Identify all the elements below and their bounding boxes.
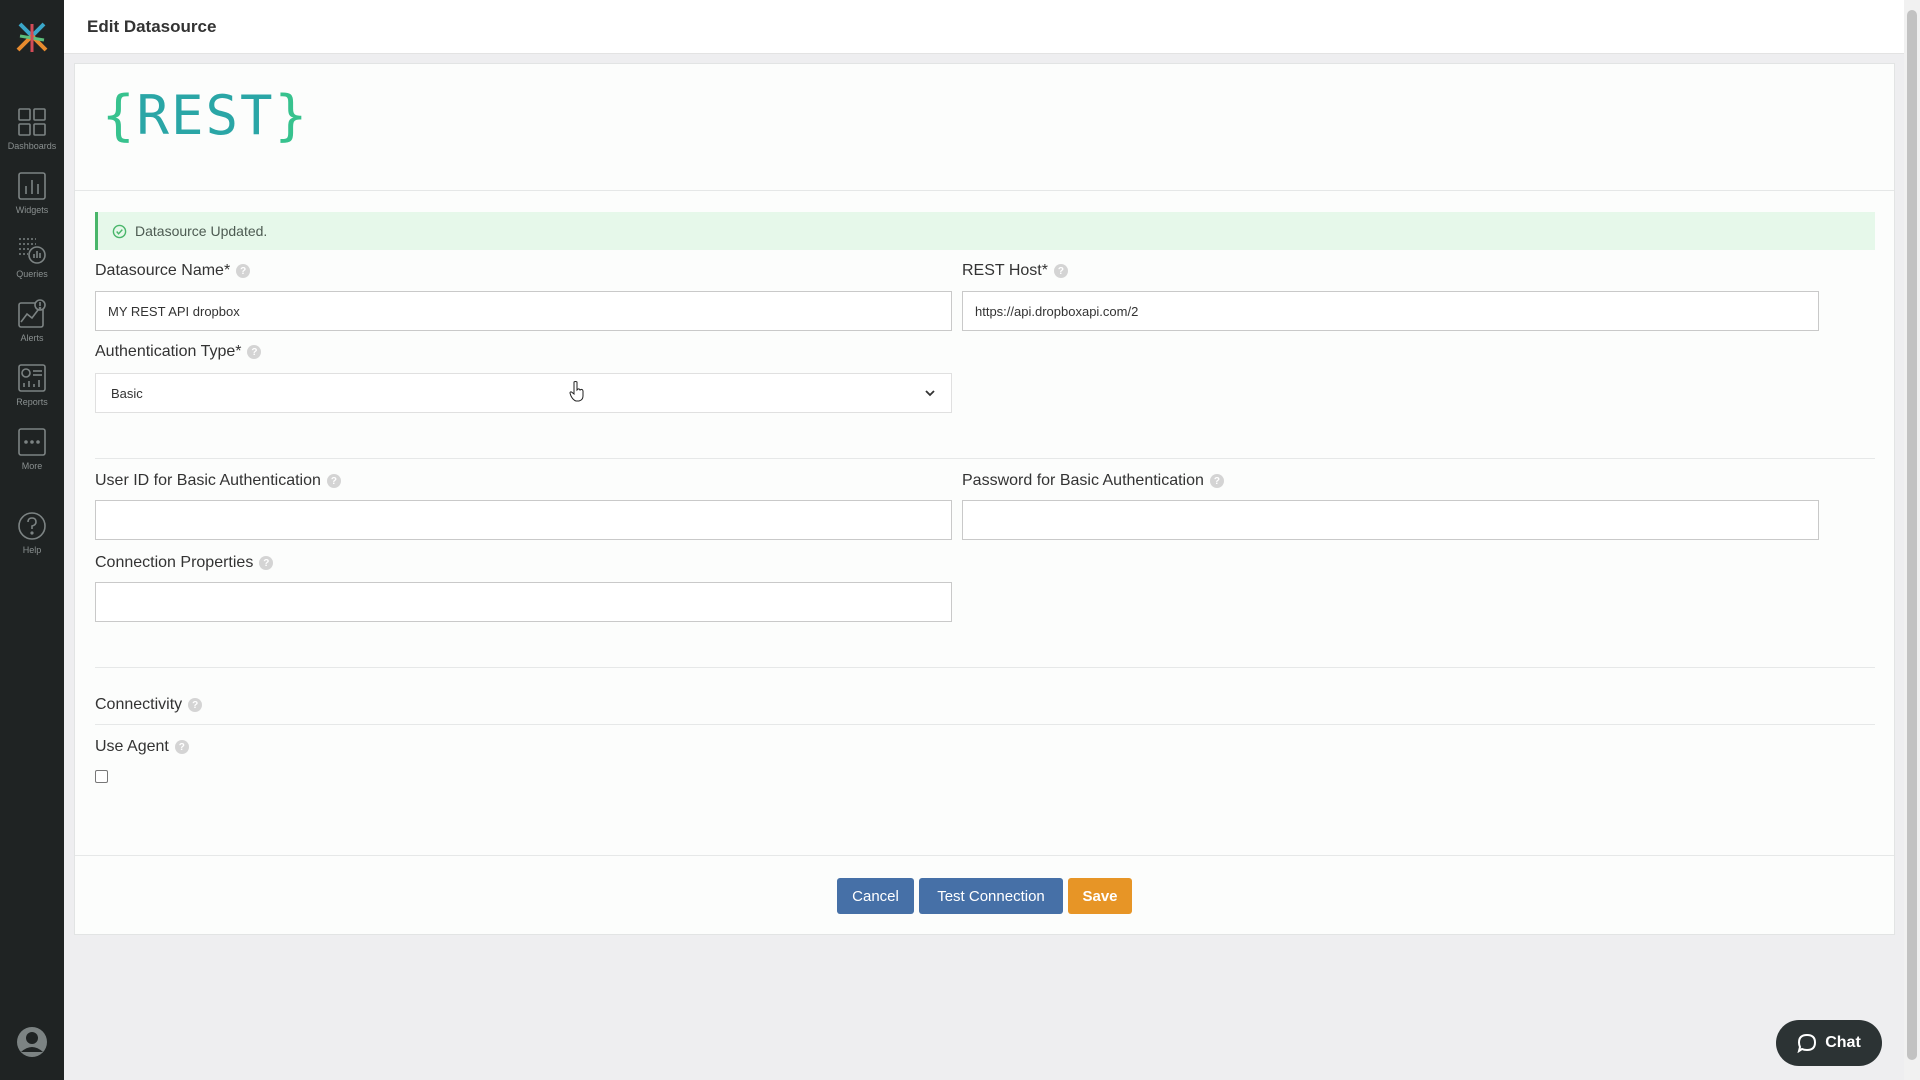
help-icon[interactable]: ? bbox=[174, 740, 189, 754]
user-id-label: User ID for Basic Authentication ? bbox=[95, 472, 341, 490]
user-id-input[interactable] bbox=[95, 500, 952, 540]
more-icon bbox=[18, 427, 46, 456]
rest-logo-text: REST bbox=[136, 84, 275, 147]
help-icon[interactable]: ? bbox=[188, 698, 203, 712]
chat-button[interactable]: Chat bbox=[1776, 1020, 1882, 1066]
section-divider bbox=[95, 458, 1875, 459]
rest-host-input[interactable] bbox=[962, 291, 1819, 331]
chevron-down-icon bbox=[925, 390, 935, 397]
page-scrollbar[interactable] bbox=[1904, 0, 1920, 1080]
authentication-type-select[interactable]: Basic bbox=[95, 373, 952, 413]
sidebar-item-queries[interactable]: Queries bbox=[0, 224, 64, 288]
success-alert: Datasource Updated. bbox=[95, 212, 1875, 250]
help-icon bbox=[18, 511, 46, 540]
dashboards-icon bbox=[18, 107, 46, 136]
connection-properties-label: Connection Properties ? bbox=[95, 554, 274, 572]
chat-button-label: Chat bbox=[1825, 1034, 1861, 1051]
help-icon[interactable]: ? bbox=[1209, 474, 1224, 488]
section-divider bbox=[95, 724, 1875, 725]
sidebar-item-alerts[interactable]: Alerts bbox=[0, 288, 64, 352]
sidebar-item-dashboards[interactable]: Dashboards bbox=[0, 96, 64, 160]
authentication-type-value: Basic bbox=[111, 385, 143, 401]
sidebar-item-label: More bbox=[21, 460, 43, 471]
help-icon[interactable]: ? bbox=[326, 474, 341, 488]
sidebar-item-label: Help bbox=[22, 544, 42, 555]
sidebar-item-label: Reports bbox=[16, 396, 48, 407]
widgets-icon bbox=[18, 171, 46, 200]
datasource-form-card: {REST} Datasource Updated. Datasource Na… bbox=[74, 63, 1895, 935]
footer-divider bbox=[75, 855, 1894, 856]
authentication-type-label: Authentication Type* ? bbox=[95, 343, 262, 361]
test-connection-button[interactable]: Test Connection bbox=[919, 878, 1063, 914]
rest-host-label-text: REST Host* bbox=[962, 262, 1048, 279]
check-circle-icon bbox=[112, 224, 127, 238]
rest-logo-open-brace: { bbox=[102, 84, 137, 147]
help-icon[interactable]: ? bbox=[236, 264, 251, 278]
rest-logo: {REST} bbox=[102, 84, 309, 147]
sidebar-item-label: Dashboards bbox=[7, 140, 57, 151]
sidebar-item-label: Alerts bbox=[20, 332, 44, 343]
datasource-name-input[interactable] bbox=[95, 291, 952, 331]
alerts-icon bbox=[18, 298, 46, 328]
use-agent-label-text: Use Agent bbox=[95, 738, 169, 755]
connection-properties-label-text: Connection Properties bbox=[95, 554, 254, 571]
page-title: Edit Datasource bbox=[87, 17, 217, 36]
help-icon[interactable]: ? bbox=[259, 556, 274, 570]
use-agent-label: Use Agent ? bbox=[95, 738, 189, 756]
section-divider bbox=[95, 667, 1875, 668]
sidebar-item-widgets[interactable]: Widgets bbox=[0, 160, 64, 224]
rest-host-label: REST Host* ? bbox=[962, 262, 1068, 280]
datasource-name-label: Datasource Name* ? bbox=[95, 262, 251, 280]
sidebar-item-reports[interactable]: Reports bbox=[0, 352, 64, 416]
datasource-name-label-text: Datasource Name* bbox=[95, 262, 231, 279]
password-label-text: Password for Basic Authentication bbox=[962, 472, 1204, 489]
user-avatar-icon[interactable] bbox=[16, 1026, 48, 1058]
hand-cursor-icon bbox=[569, 381, 584, 402]
sidebar-item-label: Queries bbox=[16, 268, 48, 279]
help-icon[interactable]: ? bbox=[247, 345, 262, 359]
connection-properties-input[interactable] bbox=[95, 582, 952, 622]
queries-icon bbox=[19, 237, 46, 264]
password-label: Password for Basic Authentication ? bbox=[962, 472, 1224, 490]
reports-icon bbox=[18, 363, 46, 392]
chat-bubble-icon bbox=[1797, 1033, 1817, 1053]
sidebar-item-more[interactable]: More bbox=[0, 416, 64, 480]
password-input[interactable] bbox=[962, 500, 1819, 540]
connectivity-label: Connectivity ? bbox=[95, 696, 203, 714]
save-button[interactable]: Save bbox=[1068, 878, 1132, 914]
datasource-brand-header: {REST} bbox=[75, 64, 1894, 191]
authentication-type-label-text: Authentication Type* bbox=[95, 343, 242, 360]
sidebar-item-help[interactable]: Help bbox=[0, 500, 64, 564]
sidebar: Dashboards Widgets Queries Alerts Report… bbox=[0, 0, 64, 1080]
connectivity-label-text: Connectivity bbox=[95, 696, 183, 713]
cancel-button[interactable]: Cancel bbox=[837, 878, 914, 914]
page-header: Edit Datasource bbox=[64, 0, 1904, 54]
rest-logo-close-brace: } bbox=[274, 84, 310, 147]
alert-message: Datasource Updated. bbox=[135, 223, 268, 239]
help-icon[interactable]: ? bbox=[1053, 264, 1068, 278]
scrollbar-thumb[interactable] bbox=[1907, 10, 1917, 1060]
sidebar-item-label: Widgets bbox=[15, 204, 49, 215]
use-agent-checkbox[interactable] bbox=[95, 770, 108, 783]
user-id-label-text: User ID for Basic Authentication bbox=[95, 472, 321, 489]
app-logo-icon[interactable] bbox=[12, 18, 52, 58]
